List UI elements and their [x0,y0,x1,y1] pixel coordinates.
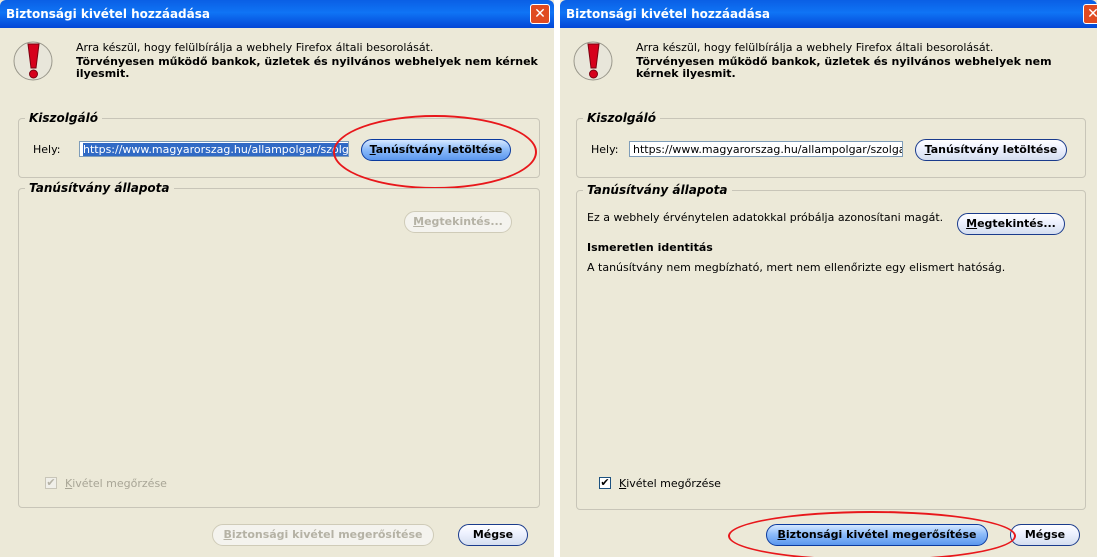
close-button[interactable]: ✕ [1083,4,1097,24]
intro-text: Arra készül, hogy felülbírálja a webhely… [636,42,1086,80]
location-label: Hely: [591,143,619,156]
status-message: Ez a webhely érvénytelen adatokkal próbá… [587,211,944,224]
warning-icon [13,41,53,81]
location-label: Hely: [33,143,61,156]
keep-exception-checkbox[interactable]: ✔ [45,477,57,489]
identity-description: A tanúsítvány nem megbízható, mert nem e… [587,261,1006,274]
view-button[interactable]: Megtekintés... [404,211,512,233]
window-title: Biztonsági kivétel hozzáadása [566,7,770,21]
annotation-ellipse [333,115,537,189]
add-exception-dialog-after: Biztonsági kivétel hozzáadása ✕ Arra kés… [560,0,1097,557]
add-exception-dialog-before: Biztonsági kivétel hozzáadása ✕ Arra kés… [0,0,554,557]
panel-divider [554,0,560,557]
certificate-status-group: Tanúsítvány állapota Ez a webhely érvény… [576,183,1086,510]
status-legend: Tanúsítvány állapota [25,181,174,195]
server-legend: Kiszolgáló [25,111,102,125]
cancel-button[interactable]: Mégse [1010,524,1080,546]
title-bar[interactable]: Biztonsági kivétel hozzáadása ✕ [0,0,554,28]
intro-text: Arra készül, hogy felülbírálja a webhely… [76,42,546,80]
intro-line: Arra készül, hogy felülbírálja a webhely… [76,41,434,54]
location-value: https://www.magyarorszag.hu/allampolgar/… [83,143,348,156]
annotation-ellipse [728,511,1016,557]
cancel-button[interactable]: Mégse [458,524,528,546]
warning-icon [573,41,613,81]
location-input[interactable]: https://www.magyarorszag.hu/allampolgar/… [79,141,349,157]
location-input[interactable]: https://www.magyarorszag.hu/allampolgar/… [629,141,903,157]
close-button[interactable]: ✕ [530,4,550,24]
keep-exception-label: Kivétel megőrzése [619,477,721,490]
server-legend: Kiszolgáló [583,111,660,125]
intro-line: Arra készül, hogy felülbírálja a webhely… [636,41,994,54]
location-value: https://www.magyarorszag.hu/allampolgar/… [633,143,902,156]
window-title: Biztonsági kivétel hozzáadása [6,7,210,21]
status-legend: Tanúsítvány állapota [583,183,732,197]
identity-title: Ismeretlen identitás [587,241,713,254]
certificate-status-group: Tanúsítvány állapota Megtekintés... ✔ Ki… [18,181,540,508]
title-bar[interactable]: Biztonsági kivétel hozzáadása ✕ [560,0,1097,28]
intro-warning: Törvényesen működő bankok, üzletek és ny… [76,55,538,80]
keep-exception-checkbox[interactable]: ✔ [599,477,611,489]
view-button[interactable]: Megtekintés... [957,213,1065,235]
intro-warning: Törvényesen működő bankok, üzletek és ny… [636,55,1052,80]
server-group: Kiszolgáló Hely: https://www.magyarorsza… [576,111,1086,178]
confirm-exception-button[interactable]: Biztonsági kivétel megerősítése [212,524,434,546]
get-certificate-button[interactable]: Tanúsítvány letöltése [915,139,1067,161]
keep-exception-label: Kivétel megőrzése [65,477,167,490]
